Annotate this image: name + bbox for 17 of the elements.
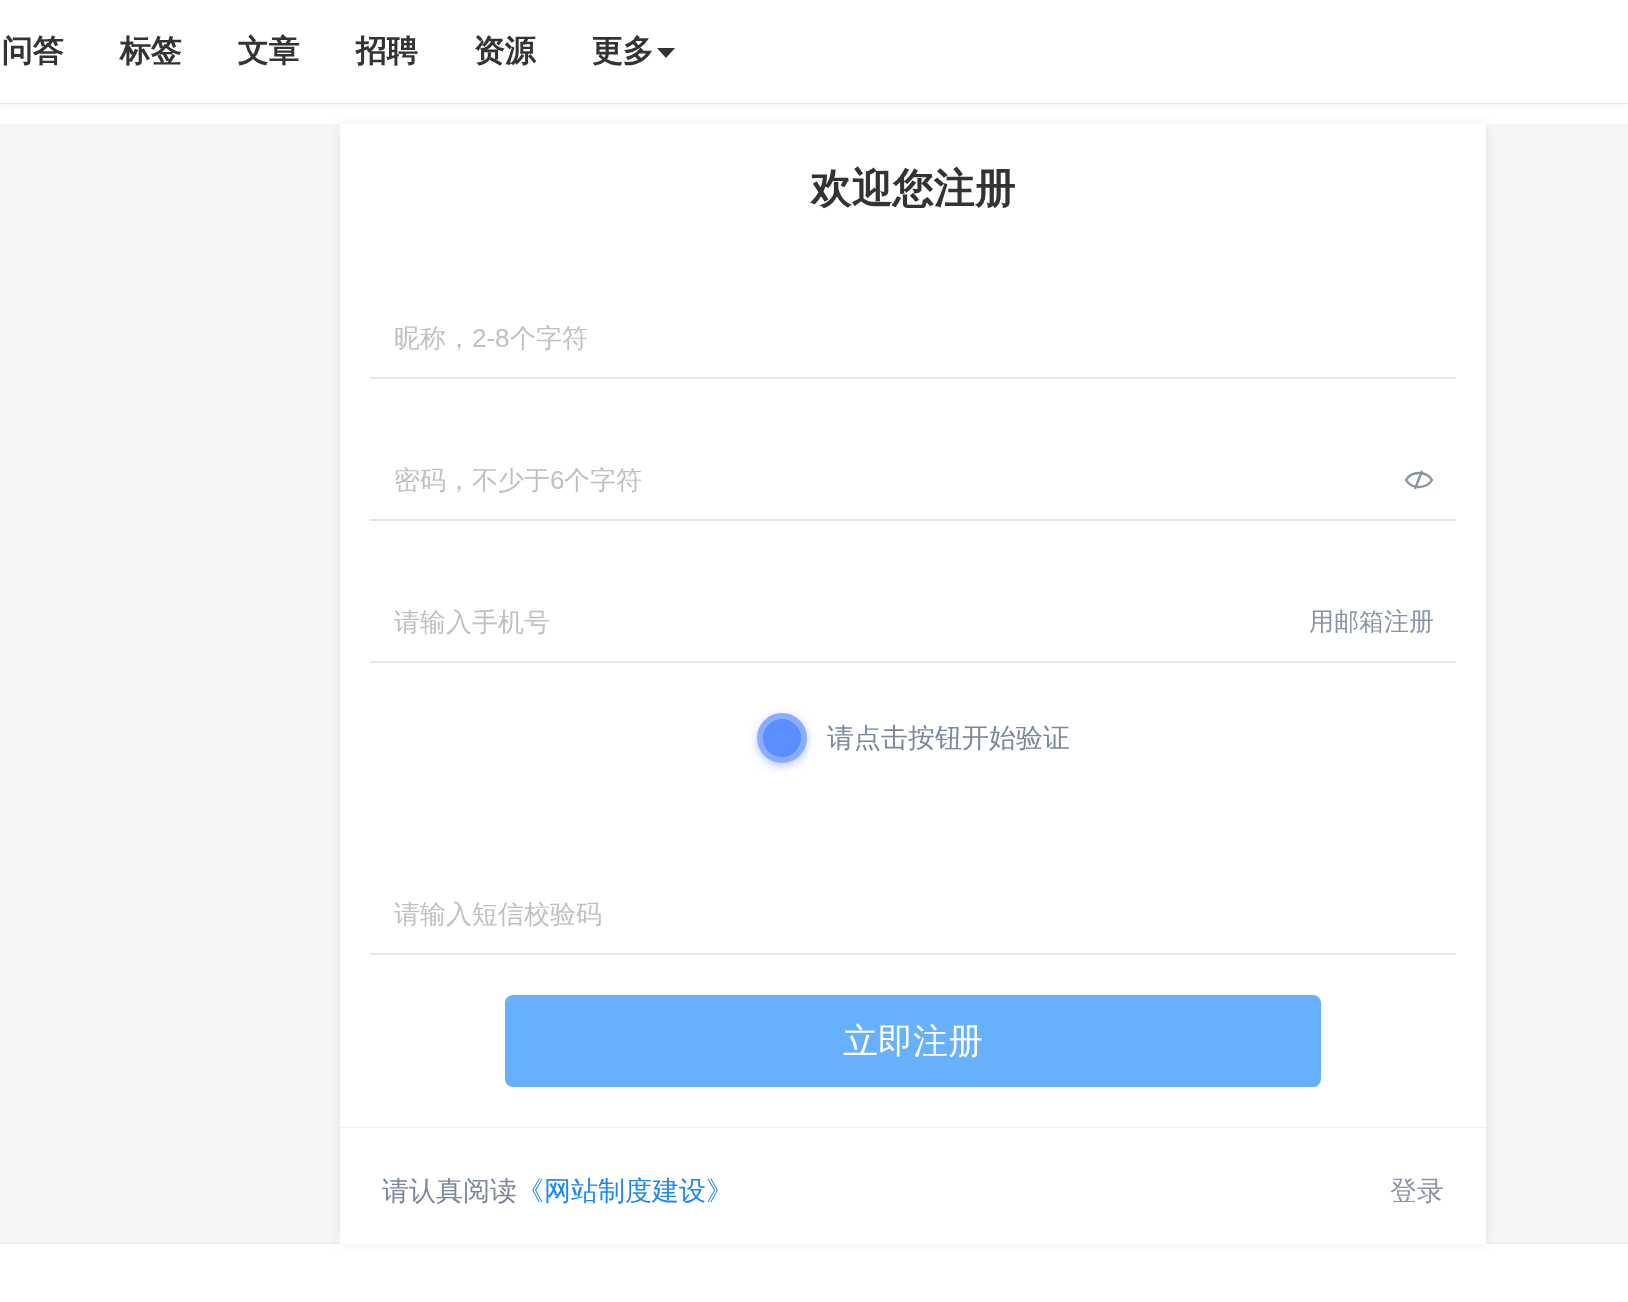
phone-field[interactable]: 请输入手机号 — [392, 601, 1309, 643]
nav-link[interactable]: 问答 — [2, 28, 64, 75]
notice-text: 请认真阅读《网站制度建设》 — [382, 1175, 733, 1209]
nav-link[interactable]: 招聘 — [356, 28, 418, 75]
verify-button[interactable]: 请点击按钮开始验证 — [756, 713, 1070, 764]
dropdown-menu-link[interactable]: 更多 — [592, 28, 676, 75]
policy-link[interactable]: 《网站制度建设》 — [517, 1176, 733, 1207]
nav-link[interactable]: 文章 — [238, 28, 300, 75]
circle-icon — [756, 713, 807, 764]
eye-slash-icon[interactable] — [1404, 469, 1434, 492]
input-field[interactable]: 请输入短信校验码 — [392, 893, 1434, 935]
password-field[interactable]: 密码，不少于6个字符 — [392, 459, 1404, 501]
form-title: 欢迎您注册 — [809, 164, 1017, 213]
caret-icon — [656, 47, 676, 60]
input-field[interactable]: 昵称，2-8个字符 — [392, 317, 1434, 359]
nav-link[interactable]: 资源 — [474, 28, 536, 75]
nav-link[interactable]: 标签 — [120, 28, 182, 75]
